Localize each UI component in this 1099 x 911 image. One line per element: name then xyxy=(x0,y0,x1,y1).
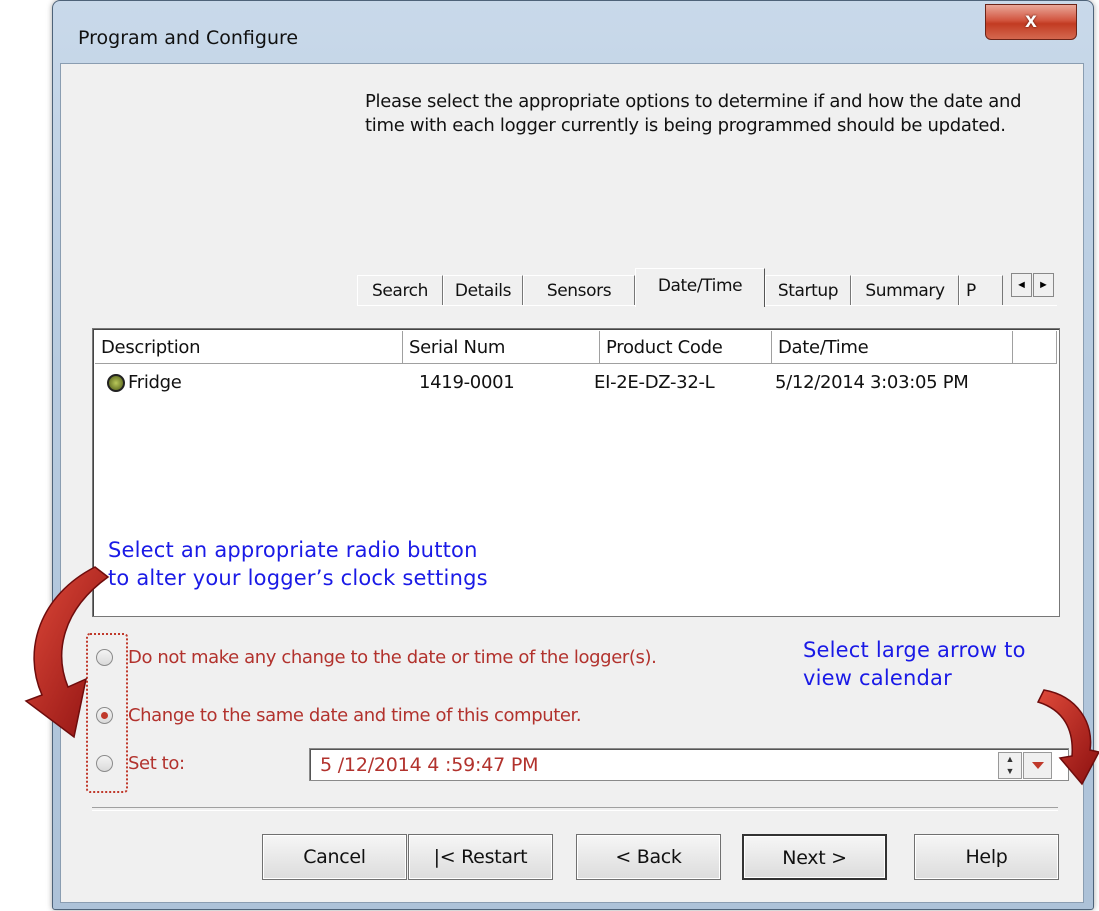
column-header-date-time[interactable]: Date/Time xyxy=(772,331,1013,364)
tab-summary[interactable]: Summary xyxy=(851,275,959,306)
tab-scroll-right-icon[interactable]: ► xyxy=(1033,273,1054,297)
curved-arrow-right-icon xyxy=(1036,689,1099,786)
column-header-description[interactable]: Description xyxy=(95,331,403,364)
row-description: Fridge xyxy=(128,372,182,393)
help-button[interactable]: Help xyxy=(914,834,1059,880)
option-same-as-computer-label[interactable]: Change to the same date and time of this… xyxy=(128,705,582,726)
annotation-arrow-line2: view calendar xyxy=(803,666,952,690)
column-header-product-code[interactable]: Product Code xyxy=(600,331,772,364)
tab-partial[interactable]: P xyxy=(959,275,1003,306)
annotation-radio-line2: to alter your logger’s clock settings xyxy=(108,566,488,590)
option-no-change-label[interactable]: Do not make any change to the date or ti… xyxy=(128,647,657,668)
row-datetime: 5/12/2014 3:03:05 PM xyxy=(775,372,969,393)
cell-description: Fridge xyxy=(101,367,407,399)
tab-date-time[interactable]: Date/Time xyxy=(635,268,765,307)
cancel-button[interactable]: Cancel xyxy=(262,834,407,880)
option-set-to-label[interactable]: Set to: xyxy=(128,753,185,774)
dialog-title: Program and Configure xyxy=(78,27,299,49)
logger-icon xyxy=(107,374,125,392)
annotation-radio-line1: Select an appropriate radio button xyxy=(108,538,478,562)
tab-search[interactable]: Search xyxy=(357,275,443,306)
curved-arrow-left-icon xyxy=(24,566,110,739)
annotation-arrow-line1: Select large arrow to xyxy=(803,638,1026,662)
set-to-datetime-value[interactable]: 5 /12/2014 4 :59:47 PM xyxy=(320,754,538,776)
tab-sensors[interactable]: Sensors xyxy=(523,275,635,306)
list-header: Description Serial Num Product Code Date… xyxy=(95,331,1057,364)
row-product-code: EI-2E-DZ-32-L xyxy=(594,372,715,393)
column-header-serial[interactable]: Serial Num xyxy=(403,331,600,364)
separator-line xyxy=(92,807,1058,811)
tab-strip: Search Details Sensors Date/Time Startup… xyxy=(357,268,1057,308)
table-row[interactable]: Fridge 1419-0001 EI-2E-DZ-32-L 5/12/2014… xyxy=(95,367,1057,399)
row-serial: 1419-0001 xyxy=(419,372,515,393)
back-button[interactable]: < Back xyxy=(576,834,721,880)
spin-updown-icon[interactable]: ▲ ▼ xyxy=(998,752,1022,779)
tab-startup[interactable]: Startup xyxy=(765,275,851,306)
next-button[interactable]: Next > xyxy=(742,834,887,880)
column-header-filler xyxy=(1013,331,1057,364)
tab-scroll-left-icon[interactable]: ◄ xyxy=(1011,273,1032,297)
set-to-datetime-picker[interactable]: 5 /12/2014 4 :59:47 PM ▲ ▼ xyxy=(309,748,1069,781)
close-button[interactable]: x xyxy=(985,4,1077,40)
intro-text: Please select the appropriate options to… xyxy=(365,91,1022,136)
restart-button[interactable]: |< Restart xyxy=(408,834,553,880)
tab-details[interactable]: Details xyxy=(443,275,523,306)
